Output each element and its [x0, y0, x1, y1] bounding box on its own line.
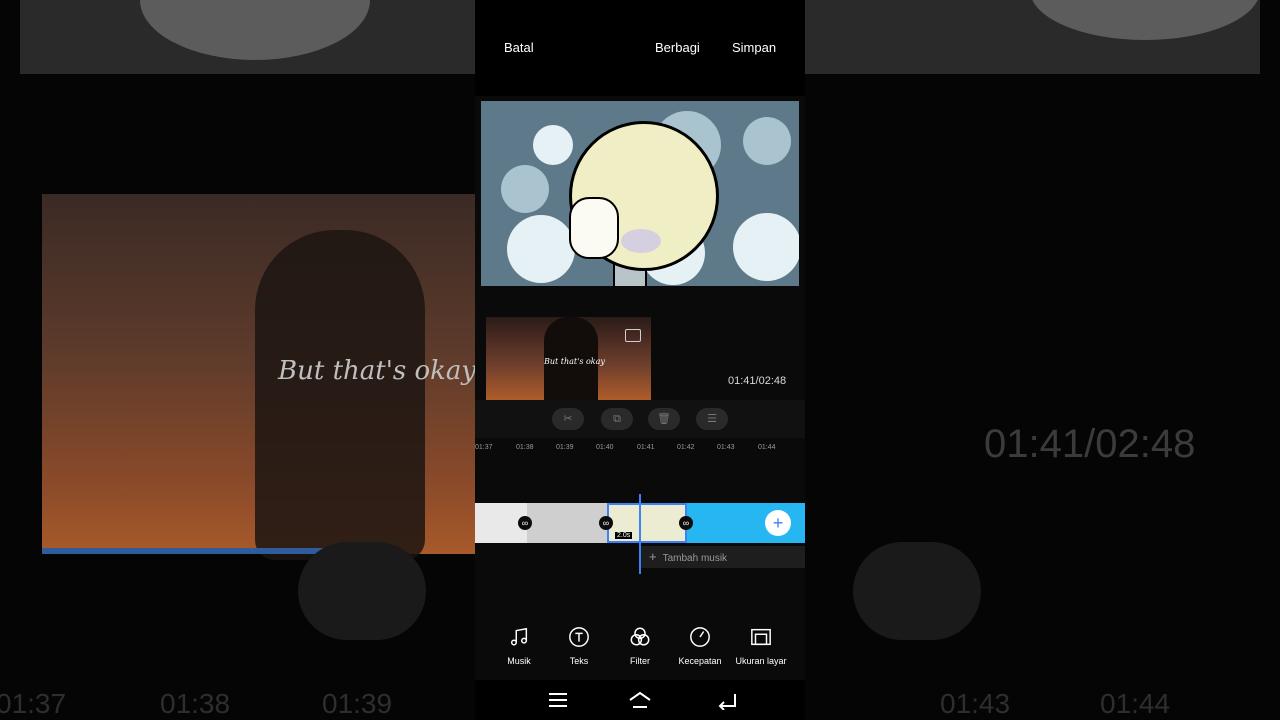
clip-frame[interactable]: [527, 503, 607, 543]
background-silhouette: [255, 230, 425, 560]
add-music-button[interactable]: + Tambah musik: [641, 546, 805, 568]
speed-button[interactable]: Kecepatan: [668, 622, 732, 666]
trash-icon[interactable]: 🗑: [648, 408, 680, 430]
background-ruler-label: 01:38: [160, 688, 231, 719]
screen-size-label: Ukuran layar: [735, 656, 787, 666]
ruler-label: 01:41: [637, 444, 655, 451]
selected-clip[interactable]: 2.0s: [607, 503, 687, 543]
preview-dot: [743, 117, 791, 165]
preview-dot: [507, 215, 575, 283]
filter-icon: [630, 627, 650, 646]
menu-icon[interactable]: [546, 690, 570, 710]
text-button[interactable]: Teks: [547, 622, 611, 666]
ruler-label: 01:40: [596, 444, 614, 451]
background-ruler-label: 01:37: [0, 688, 67, 719]
add-clip-button[interactable]: +: [765, 510, 791, 536]
transition-icon[interactable]: ∞: [679, 516, 693, 530]
ruler-label: 01:37: [475, 444, 493, 451]
text-icon: [569, 627, 589, 647]
video-preview[interactable]: [481, 101, 799, 286]
music-label: Musik: [507, 656, 531, 666]
background-progress: [42, 548, 329, 554]
screen-size-button[interactable]: Ukuran layar: [729, 622, 793, 666]
speed-icon: [690, 627, 710, 647]
time-readout: 01:41/02:48: [728, 375, 787, 387]
scissors-icon[interactable]: ✂: [552, 408, 584, 430]
screen-size-icon: [751, 628, 771, 646]
ruler-label: 01:44: [758, 444, 776, 451]
sort-icon[interactable]: ☰: [696, 408, 728, 430]
background-scissors: [298, 542, 426, 640]
transition-icon[interactable]: ∞: [518, 516, 532, 530]
android-nav-bar: [475, 680, 805, 720]
timeline-ruler: 01:37 01:38 01:39 01:40 01:41 01:42 01:4…: [475, 441, 805, 457]
music-button[interactable]: Musik: [487, 622, 551, 666]
preview-dot: [501, 165, 549, 213]
ruler-label: 01:42: [677, 444, 695, 451]
clip-frame[interactable]: [687, 503, 767, 543]
clip-edit-tools: ✂ ⧉ 🗑 ☰: [475, 400, 805, 438]
speed-label: Kecepatan: [678, 656, 722, 666]
filter-label: Filter: [630, 656, 650, 666]
save-button[interactable]: Simpan: [732, 40, 776, 55]
music-note-icon: [510, 627, 528, 646]
clip-preview-thumbnail[interactable]: But that's okay: [486, 317, 651, 409]
top-bar: Batal Berbagi Simpan: [475, 0, 805, 96]
background-sort: [853, 542, 981, 640]
clip-duration-badge: 2.0s: [615, 532, 633, 539]
duplicate-icon[interactable]: ⧉: [601, 408, 633, 430]
editor-screen: Batal Berbagi Simpan But that's okay 01:…: [475, 0, 805, 720]
background-caption: But that's okay: [278, 356, 477, 386]
sticker-icon[interactable]: [625, 329, 641, 342]
plus-icon: +: [649, 549, 657, 564]
share-button[interactable]: Berbagi: [655, 40, 700, 55]
bottom-toolbar: Musik Teks Filter Kecepatan Ukuran layar: [475, 622, 805, 672]
background-ruler-label: 01:43: [940, 688, 1011, 719]
ruler-label: 01:39: [556, 444, 574, 451]
back-icon[interactable]: [715, 690, 739, 710]
transition-icon[interactable]: ∞: [599, 516, 613, 530]
clip-caption: But that's okay: [544, 357, 605, 366]
character-hand: [569, 197, 619, 259]
ruler-label: 01:38: [516, 444, 534, 451]
cancel-button[interactable]: Batal: [504, 40, 534, 55]
text-label: Teks: [569, 656, 589, 666]
background-time: 01:41/02:48: [984, 422, 1196, 466]
add-music-label: Tambah musik: [662, 553, 728, 564]
preview-dot: [533, 125, 573, 165]
ruler-label: 01:43: [717, 444, 735, 451]
background-ruler-label: 01:44: [1100, 688, 1171, 719]
filter-button[interactable]: Filter: [608, 622, 672, 666]
preview-dot: [733, 213, 799, 281]
character-face: [621, 229, 661, 253]
background-ruler-label: 01:39: [322, 688, 393, 719]
home-icon[interactable]: [628, 690, 652, 710]
